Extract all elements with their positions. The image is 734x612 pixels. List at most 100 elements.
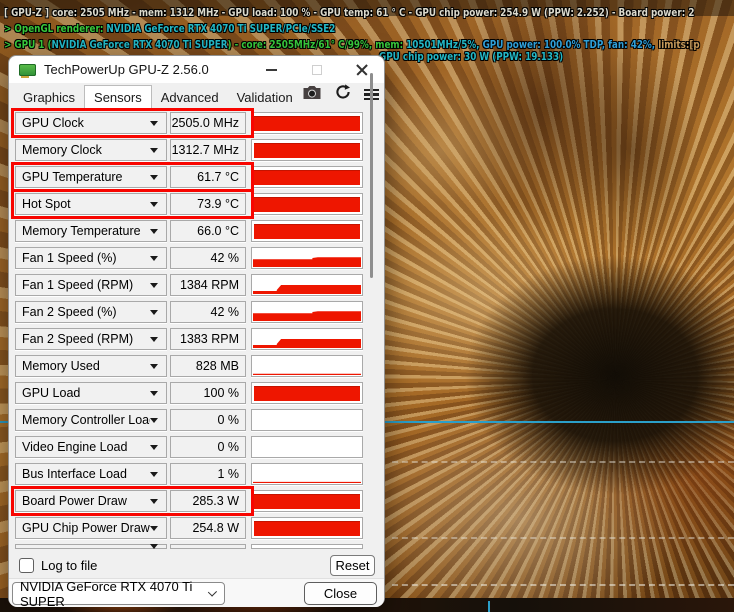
sensor-dropdown-arrow-icon[interactable]	[150, 310, 158, 315]
sensor-history-graph	[251, 166, 363, 188]
sensor-name-cell[interactable]: Fan 2 Speed (RPM)	[15, 328, 167, 350]
sensor-row: Fan 1 Speed (%) 42 %	[15, 247, 384, 269]
sensor-row: Fan 1 Speed (RPM) 1384 RPM	[15, 274, 384, 296]
sensor-label: Video Engine Load	[22, 440, 127, 454]
sensor-value: 100 %	[204, 386, 239, 400]
sensor-value: 1 %	[217, 467, 239, 481]
sensor-dropdown-arrow-icon[interactable]	[150, 445, 158, 450]
sensor-dropdown-arrow-icon[interactable]	[150, 418, 158, 423]
sensor-history-graph	[251, 382, 363, 404]
sensor-name-cell[interactable]: GPU Temperature	[15, 166, 167, 188]
sensor-name-cell[interactable]: Fan 1 Speed (RPM)	[15, 274, 167, 296]
sensor-label: Memory Temperature	[22, 224, 141, 238]
sensor-dropdown-arrow-icon[interactable]	[150, 526, 158, 531]
sensor-name-cell[interactable]: Hot Spot	[15, 193, 167, 215]
tab-advanced[interactable]: Advanced	[152, 88, 228, 109]
tab-validation[interactable]: Validation	[228, 88, 302, 109]
sensor-value-cell: 2505.0 MHz	[170, 112, 246, 134]
sensor-name-cell[interactable]: Video Engine Load	[15, 436, 167, 458]
sensor-value-cell: 1384 RPM	[170, 274, 246, 296]
sensor-value: 1312.7 MHz	[172, 143, 239, 157]
screen: [ GPU-Z ] core: 2505 MHz - mem: 1312 MHz…	[0, 0, 734, 612]
sensor-label: Memory Controller Load	[22, 413, 150, 427]
close-button[interactable]: Close	[304, 582, 377, 605]
sensor-dropdown-arrow-icon[interactable]	[150, 148, 158, 153]
refresh-icon[interactable]	[335, 84, 351, 105]
sensor-label: GPU Load	[22, 386, 80, 400]
toolbar	[302, 84, 379, 105]
sensor-value: 73.9 °C	[197, 197, 239, 211]
sensor-value: 828 MB	[196, 359, 239, 373]
camera-icon[interactable]	[302, 85, 322, 105]
osd-status-line-gpuz: [ GPU-Z ] core: 2505 MHz - mem: 1312 MHz…	[4, 6, 694, 19]
sensor-dropdown-arrow-icon[interactable]	[150, 121, 158, 126]
sensor-name-cell[interactable]: Board Power Draw	[15, 490, 167, 512]
bottom-bar: NVIDIA GeForce RTX 4070 Ti SUPER Close	[9, 578, 384, 607]
sensor-row: GPU Clock 2505.0 MHz	[15, 112, 384, 134]
sensor-history-graph	[251, 112, 363, 134]
sensor-row: Memory Controller Load 0 %	[15, 409, 384, 431]
sensor-label: Bus Interface Load	[22, 467, 127, 481]
sensor-dropdown-arrow-icon[interactable]	[150, 283, 158, 288]
minimize-button[interactable]	[249, 56, 294, 83]
sensor-value: 66.0 °C	[197, 224, 239, 238]
sensor-value-cell: 0 %	[170, 436, 246, 458]
sensor-dropdown-arrow-icon[interactable]	[150, 544, 158, 549]
sensor-value-cell: 1312.7 MHz	[170, 139, 246, 161]
titlebar[interactable]: TechPowerUp GPU-Z 2.56.0	[9, 56, 384, 83]
device-select[interactable]: NVIDIA GeForce RTX 4070 Ti SUPER	[12, 582, 225, 605]
scrollbar-thumb[interactable]	[370, 73, 373, 278]
tab-graphics-card[interactable]: Graphics Card	[14, 88, 84, 109]
gpuz-window: TechPowerUp GPU-Z 2.56.0 Graphics CardSe…	[8, 55, 385, 606]
sensor-name-cell[interactable]: Memory Controller Load	[15, 409, 167, 431]
sensor-name-cell[interactable]: Fan 1 Speed (%)	[15, 247, 167, 269]
sensor-name-cell[interactable]: Memory Used	[15, 355, 167, 377]
sensor-history-graph	[251, 490, 363, 512]
sensor-dropdown-arrow-icon[interactable]	[150, 337, 158, 342]
sensor-value-cell: 1383 RPM	[170, 328, 246, 350]
close-window-button[interactable]	[339, 56, 384, 83]
sensor-dropdown-arrow-icon[interactable]	[150, 175, 158, 180]
sensor-name-cell[interactable]: GPU Chip Power Draw	[15, 517, 167, 539]
sensor-value: 61.7 °C	[197, 170, 239, 184]
osd-gpu1-status-line: > GPU 1 (NVIDIA GeForce RTX 4070 Ti SUPE…	[4, 38, 700, 51]
sensor-name-cell[interactable]: Memory Temperature	[15, 220, 167, 242]
sensor-dropdown-arrow-icon[interactable]	[150, 472, 158, 477]
sensor-list: GPU Clock 2505.0 MHz Memory Clock 1312.7…	[9, 109, 384, 553]
sensor-value-cell: 66.0 °C	[170, 220, 246, 242]
sensor-row: GPU Temperature 61.7 °C	[15, 166, 384, 188]
sensor-label: Memory Used	[22, 359, 100, 373]
sensor-name-cell[interactable]: Fan 2 Speed (%)	[15, 301, 167, 323]
background-dashed-line	[392, 537, 734, 539]
sensor-dropdown-arrow-icon[interactable]	[150, 256, 158, 261]
sensor-history-graph	[251, 544, 363, 549]
sensor-history-graph	[251, 436, 363, 458]
sensor-dropdown-arrow-icon[interactable]	[150, 364, 158, 369]
log-to-file-checkbox[interactable]	[19, 558, 34, 573]
sensor-history-graph	[251, 139, 363, 161]
osd-text-segment: NVIDIA GeForce RTX 4070 Ti SUPER	[52, 38, 228, 51]
sensor-label: GPU Clock	[22, 116, 84, 130]
sensor-dropdown-arrow-icon[interactable]	[150, 391, 158, 396]
sensor-name-cell[interactable]: GPU Clock	[15, 112, 167, 134]
sensor-name-cell[interactable]: Bus Interface Load	[15, 463, 167, 485]
sensor-history-graph	[251, 409, 363, 431]
sensor-name-cell[interactable]: GPU Load	[15, 382, 167, 404]
device-select-value: NVIDIA GeForce RTX 4070 Ti SUPER	[20, 579, 208, 609]
background-dashed-line	[392, 461, 734, 463]
sensor-row	[15, 544, 384, 549]
sensor-label: GPU Chip Power Draw	[22, 521, 150, 535]
sensor-label: Memory Clock	[22, 143, 102, 157]
sensor-value: 0 %	[217, 440, 239, 454]
tab-sensors[interactable]: Sensors	[84, 85, 152, 109]
sensor-value: 254.8 W	[192, 521, 239, 535]
sensor-dropdown-arrow-icon[interactable]	[150, 202, 158, 207]
sensor-row: Hot Spot 73.9 °C	[15, 193, 384, 215]
sensor-name-cell[interactable]	[15, 544, 167, 549]
sensor-dropdown-arrow-icon[interactable]	[150, 499, 158, 504]
sensor-label: Hot Spot	[22, 197, 71, 211]
sensor-label: Board Power Draw	[22, 494, 127, 508]
reset-button[interactable]: Reset	[330, 555, 375, 576]
sensor-dropdown-arrow-icon[interactable]	[150, 229, 158, 234]
sensor-name-cell[interactable]: Memory Clock	[15, 139, 167, 161]
